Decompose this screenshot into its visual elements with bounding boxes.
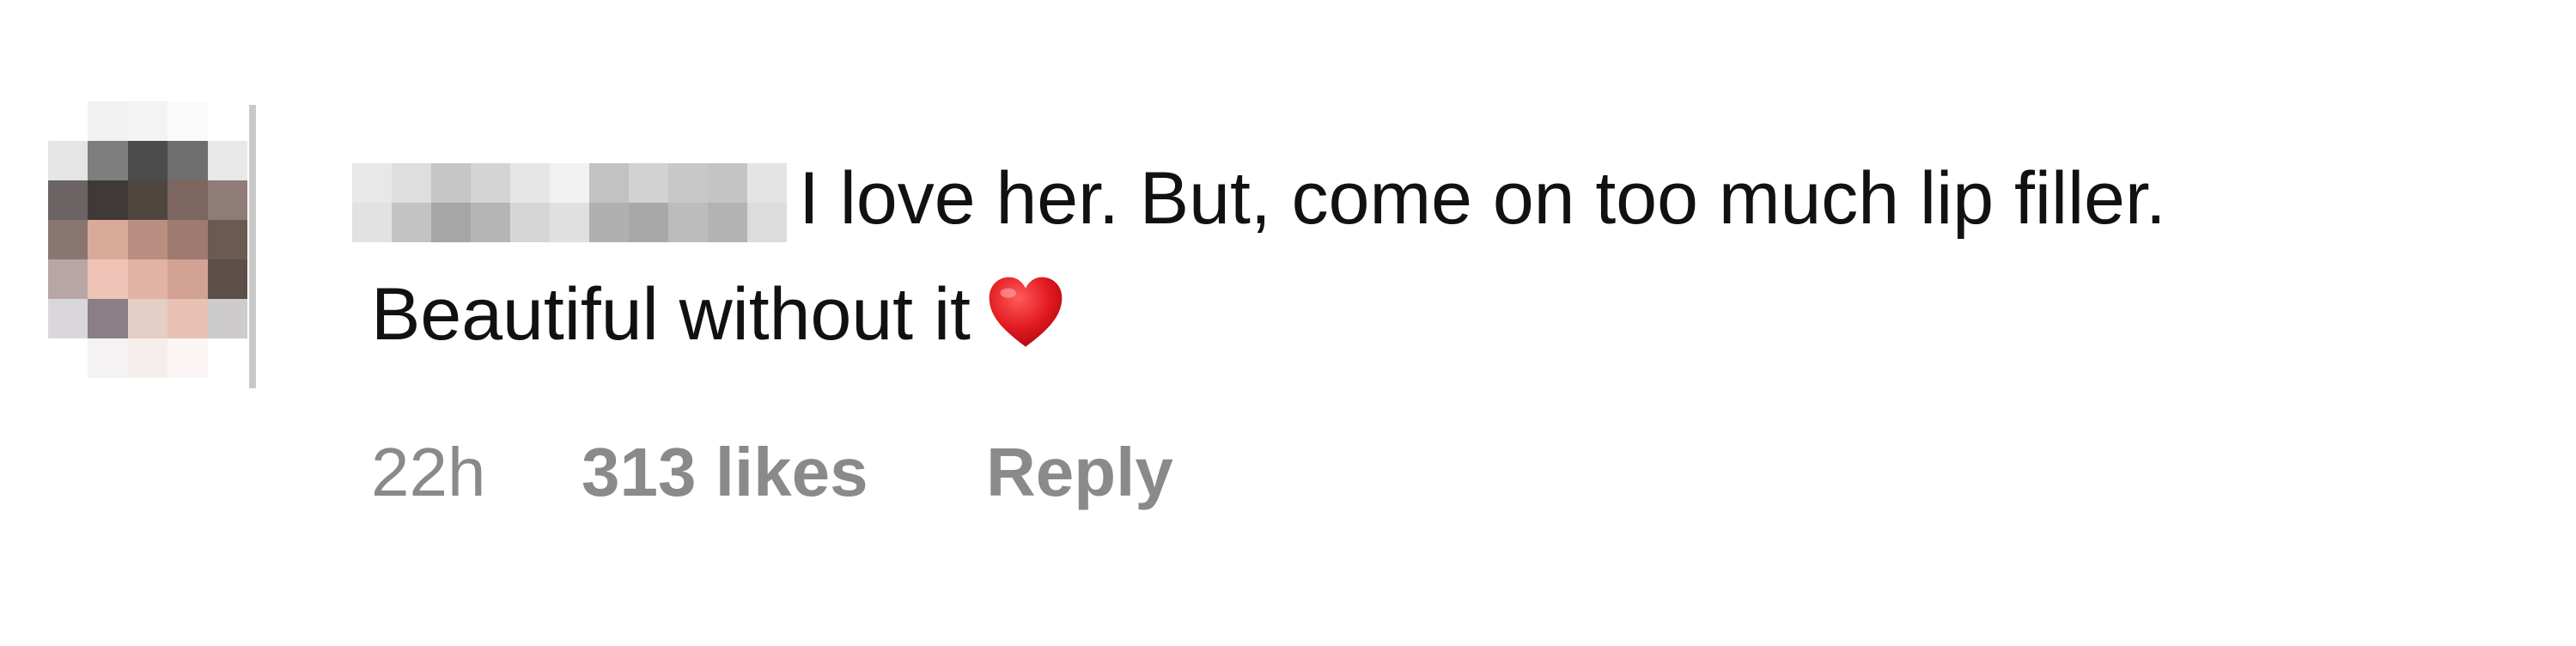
- avatar-divider: [249, 105, 256, 388]
- likes-count-button[interactable]: 313 likes: [582, 430, 868, 515]
- comment-text-line2-content: Beautiful without it: [371, 273, 971, 356]
- comment-text-line1: I love her. But, come on too much lip fi…: [799, 157, 2166, 240]
- avatar[interactable]: [48, 101, 247, 378]
- username-redacted[interactable]: [352, 163, 787, 242]
- heart-icon: [986, 274, 1065, 353]
- reply-button[interactable]: Reply: [986, 430, 1173, 515]
- comment-text-line2: Beautiful without it: [371, 271, 1065, 357]
- timestamp: 22h: [371, 434, 486, 510]
